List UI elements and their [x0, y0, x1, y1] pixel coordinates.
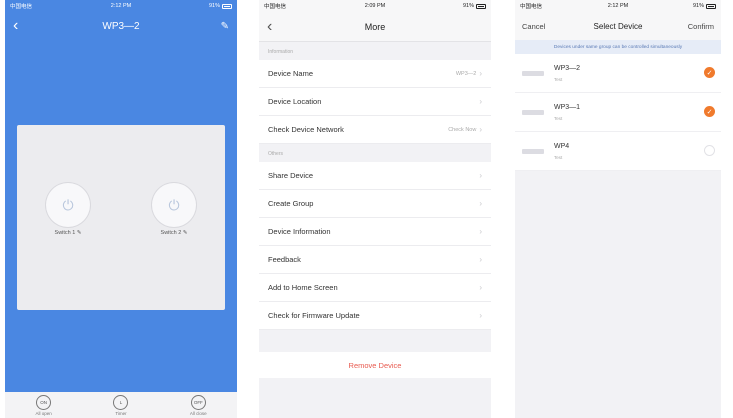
- power-icon[interactable]: ⏻: [152, 183, 196, 227]
- status-bar: 中国电信 2:12 PM 91%: [515, 0, 721, 12]
- device-row[interactable]: WP3—2 Test ✓: [515, 54, 721, 93]
- section-header-information: Information: [268, 49, 294, 55]
- group-notice: Devices under same group can be controll…: [515, 40, 721, 54]
- carrier-label: 中国电信: [520, 4, 543, 10]
- battery-icon: [222, 3, 232, 9]
- row-label: Device Name: [268, 69, 314, 78]
- row-device-information[interactable]: Device Information ›: [259, 218, 491, 246]
- device-room: Test: [554, 115, 563, 121]
- row-check-network[interactable]: Check Device Network Check Now ›: [259, 116, 491, 144]
- more-settings-screen: 中国电信 2:09 PM 91% ‹ More Information Devi…: [259, 0, 491, 418]
- device-control-screen: 中国电信 2:12 PM 91% ‹ WP3—2 ✎ ⏻ Switch 1 ✎ …: [5, 0, 237, 418]
- row-label: Device Location: [268, 97, 322, 106]
- switch-2[interactable]: ⏻ Switch 2 ✎: [144, 183, 204, 236]
- chevron-right-icon: ›: [479, 255, 482, 264]
- cancel-button[interactable]: Cancel: [522, 22, 545, 31]
- power-icon[interactable]: ⏻: [46, 183, 90, 227]
- bottom-action-bar: ON All open L Timer OFF All close: [5, 392, 237, 418]
- all-close-label: All close: [189, 411, 207, 416]
- on-icon: ON: [36, 395, 52, 410]
- device-thumbnail-icon: [522, 109, 544, 115]
- row-value: WP3—2: [455, 70, 477, 77]
- back-chevron-icon[interactable]: ‹: [267, 18, 272, 35]
- nav-bar: ‹ More: [259, 12, 491, 42]
- battery-percent: 91%: [462, 3, 474, 9]
- device-row[interactable]: WP4 Test: [515, 132, 721, 171]
- device-room: Test: [554, 154, 563, 160]
- row-share-device[interactable]: Share Device ›: [259, 162, 491, 190]
- chevron-right-icon: ›: [479, 97, 482, 106]
- all-close-button[interactable]: OFF All close: [178, 395, 218, 416]
- page-title: More: [364, 21, 386, 32]
- battery-icon: [476, 3, 486, 9]
- battery-icon: [706, 3, 716, 9]
- confirm-button[interactable]: Confirm: [688, 22, 714, 31]
- row-label: Device Information: [268, 227, 331, 236]
- battery-percent: 91%: [692, 3, 704, 9]
- all-open-button[interactable]: ON All open: [24, 395, 64, 416]
- switch-1[interactable]: ⏻ Switch 1 ✎: [38, 183, 98, 236]
- off-icon: OFF: [190, 395, 206, 410]
- device-room: Test: [554, 76, 563, 82]
- timer-label: Timer: [115, 411, 127, 416]
- row-value: Check Now: [448, 126, 477, 133]
- device-name: WP3—1: [554, 103, 581, 111]
- device-thumbnail-icon: [522, 148, 544, 154]
- all-open-label: All open: [35, 411, 52, 416]
- row-create-group[interactable]: Create Group ›: [259, 190, 491, 218]
- row-label: Add to Home Screen: [268, 283, 338, 292]
- status-bar: 中国电信 2:09 PM 91%: [259, 0, 491, 12]
- row-feedback[interactable]: Feedback ›: [259, 246, 491, 274]
- nav-bar: ‹ WP3—2 ✎: [5, 12, 237, 40]
- timer-icon: L: [113, 395, 129, 410]
- row-firmware-update[interactable]: Check for Firmware Update ›: [259, 302, 491, 330]
- nav-bar: Cancel Select Device Confirm: [515, 12, 721, 40]
- edit-pencil-icon[interactable]: ✎: [77, 230, 82, 236]
- switch-panel: ⏻ Switch 1 ✎ ⏻ Switch 2 ✎: [17, 125, 225, 310]
- chevron-right-icon: ›: [479, 311, 482, 320]
- row-label: Feedback: [268, 255, 301, 264]
- back-chevron-icon[interactable]: ‹: [13, 18, 18, 34]
- checkmark-icon[interactable]: ✓: [704, 106, 715, 117]
- status-time: 2:09 PM: [364, 3, 386, 9]
- chevron-right-icon: ›: [479, 199, 482, 208]
- select-device-screen: 中国电信 2:12 PM 91% Cancel Select Device Co…: [515, 0, 721, 418]
- row-label: Create Group: [268, 199, 314, 208]
- chevron-right-icon: ›: [479, 227, 482, 236]
- device-name: WP4: [554, 142, 570, 150]
- battery-percent: 91%: [208, 3, 220, 9]
- carrier-label: 中国电信: [264, 4, 287, 10]
- section-header-others: Others: [268, 151, 284, 157]
- chevron-right-icon: ›: [479, 283, 482, 292]
- device-thumbnail-icon: [522, 70, 544, 76]
- page-title: WP3—2: [102, 20, 140, 32]
- row-label: Share Device: [268, 171, 314, 180]
- row-device-name[interactable]: Device Name WP3—2 ›: [259, 60, 491, 88]
- edit-pencil-icon[interactable]: ✎: [183, 230, 188, 236]
- device-name: WP3—2: [554, 64, 581, 72]
- status-time: 2:12 PM: [607, 3, 629, 9]
- timer-button[interactable]: L Timer: [101, 395, 141, 416]
- edit-pencil-icon[interactable]: ✎: [221, 21, 229, 32]
- status-time: 2:12 PM: [110, 3, 132, 9]
- device-row[interactable]: WP3—1 Test ✓: [515, 93, 721, 132]
- switch-label: Switch 1: [54, 230, 76, 236]
- chevron-right-icon: ›: [479, 125, 482, 134]
- carrier-label: 中国电信: [10, 4, 33, 10]
- row-label: Check for Firmware Update: [268, 311, 360, 320]
- unchecked-circle-icon[interactable]: [704, 145, 715, 156]
- status-bar: 中国电信 2:12 PM 91%: [5, 0, 237, 12]
- row-add-home-screen[interactable]: Add to Home Screen ›: [259, 274, 491, 302]
- chevron-right-icon: ›: [479, 171, 482, 180]
- checkmark-icon[interactable]: ✓: [704, 67, 715, 78]
- remove-device-button[interactable]: Remove Device: [259, 352, 491, 378]
- row-label: Check Device Network: [268, 125, 344, 134]
- row-device-location[interactable]: Device Location ›: [259, 88, 491, 116]
- switch-label: Switch 2: [160, 230, 182, 236]
- chevron-right-icon: ›: [479, 69, 482, 78]
